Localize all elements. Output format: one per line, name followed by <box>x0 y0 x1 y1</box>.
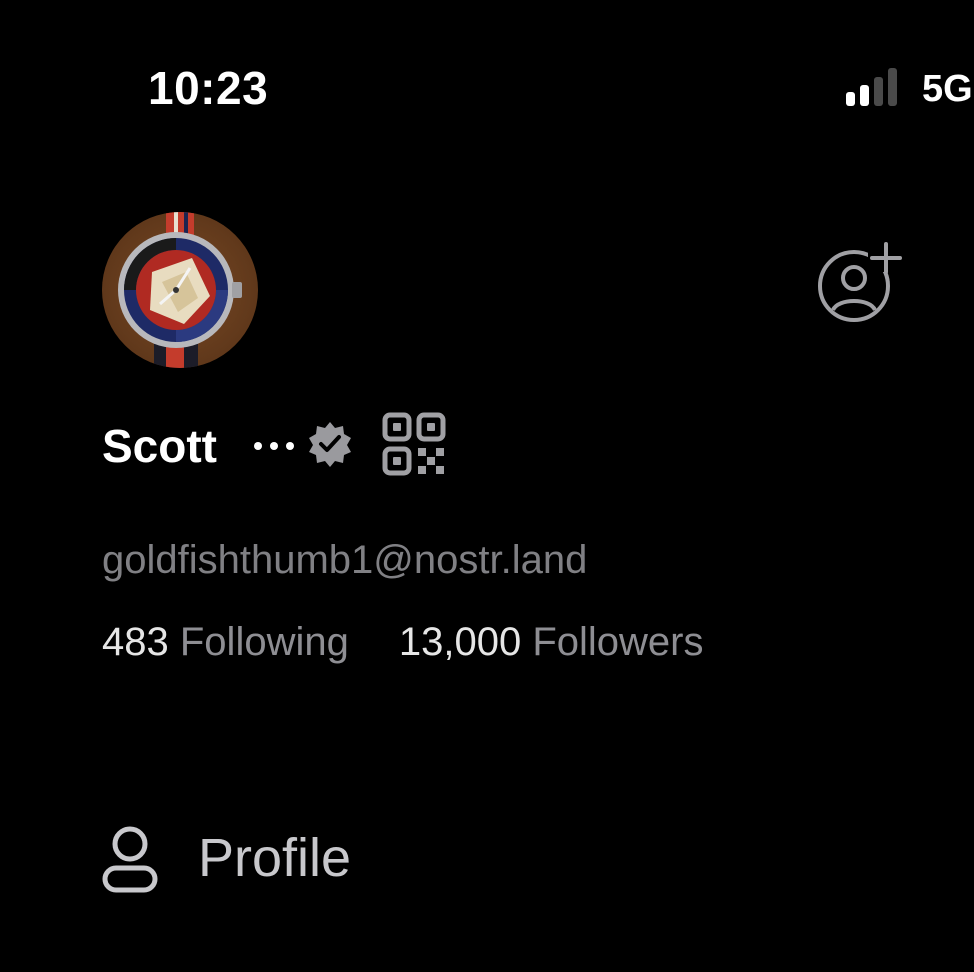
network-type: 5G <box>922 68 973 110</box>
menu-item-label: Profile <box>198 828 352 888</box>
following-stat[interactable]: 483 Following <box>102 616 349 668</box>
avatar[interactable] <box>102 212 258 368</box>
followers-count: 13,000 <box>398 620 522 664</box>
nip05-identifier: goldfishthumb1@nostr.land <box>102 538 588 582</box>
follow-stats: 483 Following 13,000 Followers <box>102 616 703 668</box>
status-time: 10:23 <box>148 62 269 114</box>
following-count: 483 <box>102 620 169 664</box>
qr-code-icon <box>382 412 446 476</box>
person-icon <box>102 826 158 893</box>
menu-item-profile[interactable]: Profile <box>100 820 400 896</box>
followers-stat[interactable]: 13,000 Followers <box>399 616 704 668</box>
following-label: Following <box>179 620 349 664</box>
display-name: Scott <box>102 420 217 472</box>
watch-avatar-image <box>102 212 258 368</box>
signal-strength-icon <box>846 68 906 106</box>
add-user-icon <box>818 242 906 322</box>
ellipsis-icon <box>254 442 294 450</box>
followers-label: Followers <box>532 620 704 664</box>
more-button[interactable] <box>252 436 296 456</box>
qr-code-button[interactable] <box>382 412 446 476</box>
add-user-button[interactable] <box>814 238 908 328</box>
verified-badge-icon <box>306 420 354 468</box>
